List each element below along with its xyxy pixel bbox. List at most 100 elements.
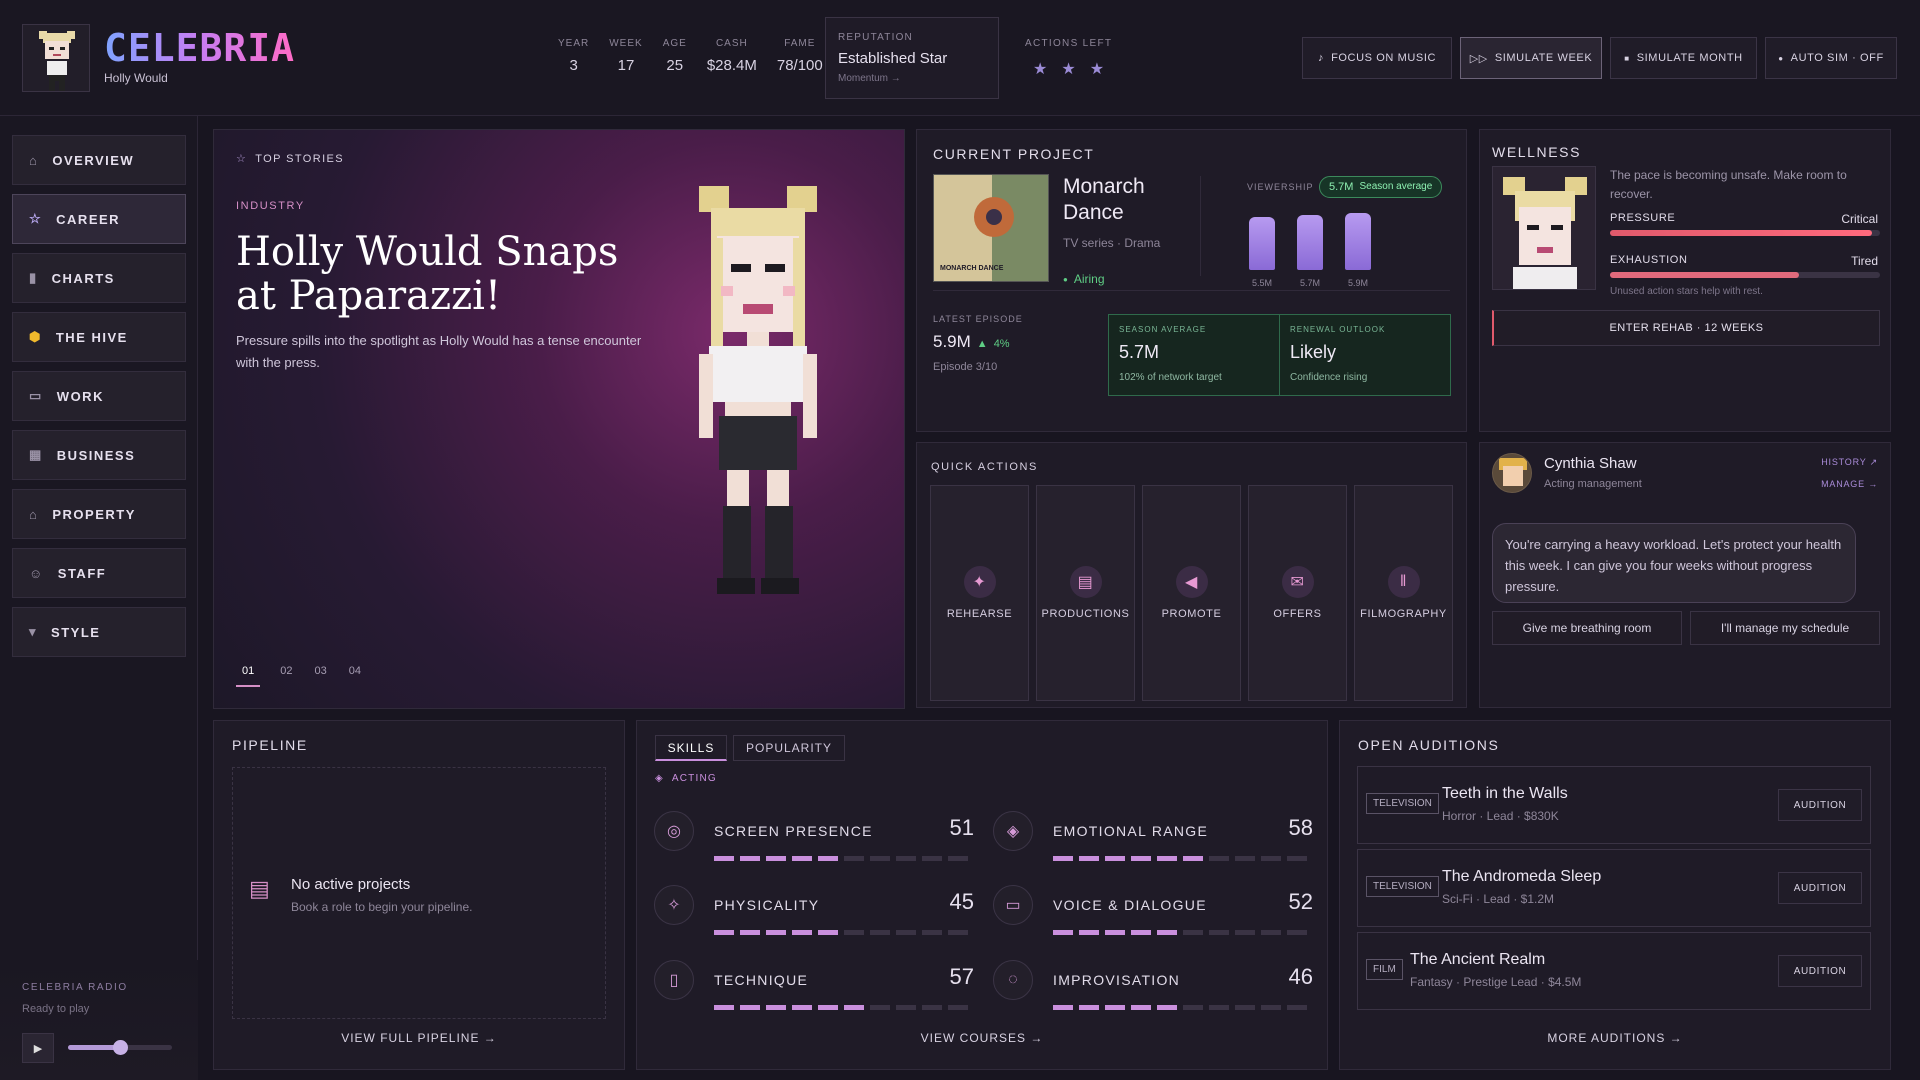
skill-bar-segment [1209, 930, 1229, 935]
audition-button[interactable]: AUDITION [1778, 955, 1862, 987]
sidebar-item-property[interactable]: ⌂ PROPERTY [12, 489, 186, 539]
skill-bar-segment [948, 1005, 968, 1010]
focus-on-music-button[interactable]: ♪ FOCUS ON MUSIC [1302, 37, 1452, 79]
wellness-message: The pace is becoming unsafe. Make room t… [1610, 168, 1847, 201]
sidebar-item-business[interactable]: ▦ BUSINESS [12, 430, 186, 480]
promote-button[interactable]: ◀ PROMOTE [1142, 485, 1241, 701]
audition-item[interactable]: FILM The Ancient Realm Fantasy · Prestig… [1357, 932, 1871, 1010]
sidebar-item-work[interactable]: ▭ WORK [12, 371, 186, 421]
action-label: REHEARSE [946, 608, 1013, 620]
skill-bar-segment [1287, 856, 1307, 861]
auto-sim-toggle[interactable]: ● AUTO SIM · OFF [1765, 37, 1897, 79]
sidebar-item-label: CHARTS [51, 270, 115, 286]
shirt-icon: ▾ [29, 624, 38, 639]
manage-link[interactable]: MANAGE → [1821, 479, 1878, 489]
view-full-pipeline-link[interactable]: VIEW FULL PIPELINE → [214, 1031, 624, 1045]
manager-message-bubble: You're carrying a heavy workload. Let's … [1492, 523, 1856, 603]
sidebar-item-style[interactable]: ▾ STYLE [12, 607, 186, 657]
sidebar-item-charts[interactable]: ▮ CHARTS [12, 253, 186, 303]
stats-bar: YEAR 3 WEEK 17 AGE 25 CASH $28.4M FAME 78/100 [558, 38, 823, 84]
stat-value: 17 [617, 57, 635, 74]
viewership-badge: 5.7M Season average [1319, 176, 1443, 198]
story-body: Pressure spills into the spotlight as Ho… [236, 333, 642, 370]
section-title: OPEN AUDITIONS [1358, 737, 1500, 753]
skill-row: ◈ EMOTIONAL RANGE 58 [993, 811, 1313, 871]
offers-button[interactable]: ✉ OFFERS [1248, 485, 1347, 701]
skill-bar-segment [1053, 1005, 1073, 1010]
story-page-4[interactable]: 04 [347, 665, 363, 687]
sidebar-item-the-hive[interactable]: ⬢ THE HIVE [12, 312, 186, 362]
audition-item[interactable]: TELEVISION The Andromeda Sleep Sci-Fi · … [1357, 849, 1871, 927]
stat-year: YEAR 3 [558, 38, 589, 84]
viewership-bar-column: 5.9M [1343, 202, 1373, 288]
tab-skills[interactable]: SKILLS [655, 735, 727, 761]
audition-button[interactable]: AUDITION [1778, 872, 1862, 904]
section-title: QUICK ACTIONS [931, 461, 1038, 473]
viewership-label: VIEWERSHIP [1247, 182, 1314, 192]
story-page-1[interactable]: 01 [236, 665, 261, 687]
skill-bar-segment [714, 930, 734, 935]
volume-handle[interactable] [113, 1040, 128, 1055]
project-poster[interactable]: MONARCH DANCE [933, 174, 1049, 282]
music-note-icon: ♪ [1317, 52, 1325, 64]
player-portrait-icon [1503, 177, 1587, 289]
viewership-chart: 5.5M 5.7M 5.9M [1247, 202, 1397, 292]
sidebar-item-label: CAREER [56, 211, 121, 227]
history-link[interactable]: HISTORY ↗ [1821, 457, 1878, 468]
sidebar-item-label: WORK [56, 388, 104, 404]
simulate-month-button[interactable]: ■ SIMULATE MONTH [1610, 37, 1757, 79]
story-page-3[interactable]: 03 [313, 665, 329, 687]
breathing-room-button[interactable]: Give me breathing room [1492, 611, 1682, 645]
view-courses-link[interactable]: VIEW COURSES → [637, 1031, 1327, 1045]
rehearse-button[interactable]: ✦ REHEARSE [930, 485, 1029, 701]
story-pagination: 01 02 03 04 [236, 665, 363, 687]
exhaustion-meter [1610, 272, 1880, 278]
skill-bar-segment [1131, 856, 1151, 861]
sidebar-item-overview[interactable]: ⌂ OVERVIEW [12, 135, 186, 185]
viewership-bar [1345, 213, 1371, 270]
enter-rehab-button[interactable]: ENTER REHAB · 12 WEEKS [1492, 310, 1880, 346]
project-status: Airing [1073, 272, 1105, 286]
reputation-card[interactable]: REPUTATION Established Star Momentum → [825, 17, 999, 99]
skill-label: EMOTIONAL RANGE [1053, 823, 1209, 839]
story-category: INDUSTRY [236, 200, 305, 212]
simulate-week-button[interactable]: ▷▷ SIMULATE WEEK [1460, 37, 1602, 79]
sidebar-item-label: BUSINESS [56, 447, 136, 463]
skill-bar-segment [1079, 1005, 1099, 1010]
sidebar-item-staff[interactable]: ☺ STAFF [12, 548, 186, 598]
viewership-bar [1297, 215, 1323, 270]
empty-subtitle: Book a role to begin your pipeline. [291, 900, 473, 914]
briefcase-icon: ▭ [29, 388, 43, 403]
productions-button[interactable]: ▤ PRODUCTIONS [1036, 485, 1135, 701]
volume-slider[interactable] [68, 1040, 172, 1055]
manager-avatar[interactable] [1492, 453, 1532, 493]
skill-bar-segment [896, 856, 916, 861]
skill-progress-bar [1053, 923, 1313, 938]
skill-bar-segment [1157, 930, 1177, 935]
skill-bar-segment [896, 1005, 916, 1010]
manage-schedule-button[interactable]: I'll manage my schedule [1690, 611, 1880, 645]
tab-popularity[interactable]: POPULARITY [733, 735, 845, 761]
momentum-link[interactable]: Momentum → [838, 73, 986, 84]
avatar[interactable] [22, 24, 90, 92]
skill-bar-segment [792, 930, 812, 935]
more-auditions-link[interactable]: MORE AUDITIONS → [1340, 1031, 1890, 1045]
skill-bar-segment [740, 930, 760, 935]
skill-progress-bar [1053, 998, 1313, 1013]
skill-bar-segment [1105, 856, 1125, 861]
filmography-button[interactable]: ‖ FILMOGRAPHY [1354, 485, 1453, 701]
audition-item[interactable]: TELEVISION Teeth in the Walls Horror · L… [1357, 766, 1871, 844]
sidebar-item-label: PROPERTY [52, 506, 136, 522]
audition-button[interactable]: AUDITION [1778, 789, 1862, 821]
renewal-value: Likely [1290, 342, 1337, 362]
exhaustion-label: EXHAUSTION [1610, 254, 1688, 266]
play-button[interactable]: ▶ [22, 1033, 54, 1063]
radio-status: Ready to play [22, 1003, 90, 1015]
sidebar-item-career[interactable]: ☆ CAREER [12, 194, 186, 244]
section-title: PIPELINE [232, 737, 308, 753]
skill-bar-segment [1079, 856, 1099, 861]
pipeline-empty-state: ▤ No active projects Book a role to begi… [232, 767, 606, 1019]
skill-bar-segment [766, 930, 786, 935]
viewership-bar-label: 5.5M [1251, 278, 1272, 288]
story-page-2[interactable]: 02 [278, 665, 294, 687]
